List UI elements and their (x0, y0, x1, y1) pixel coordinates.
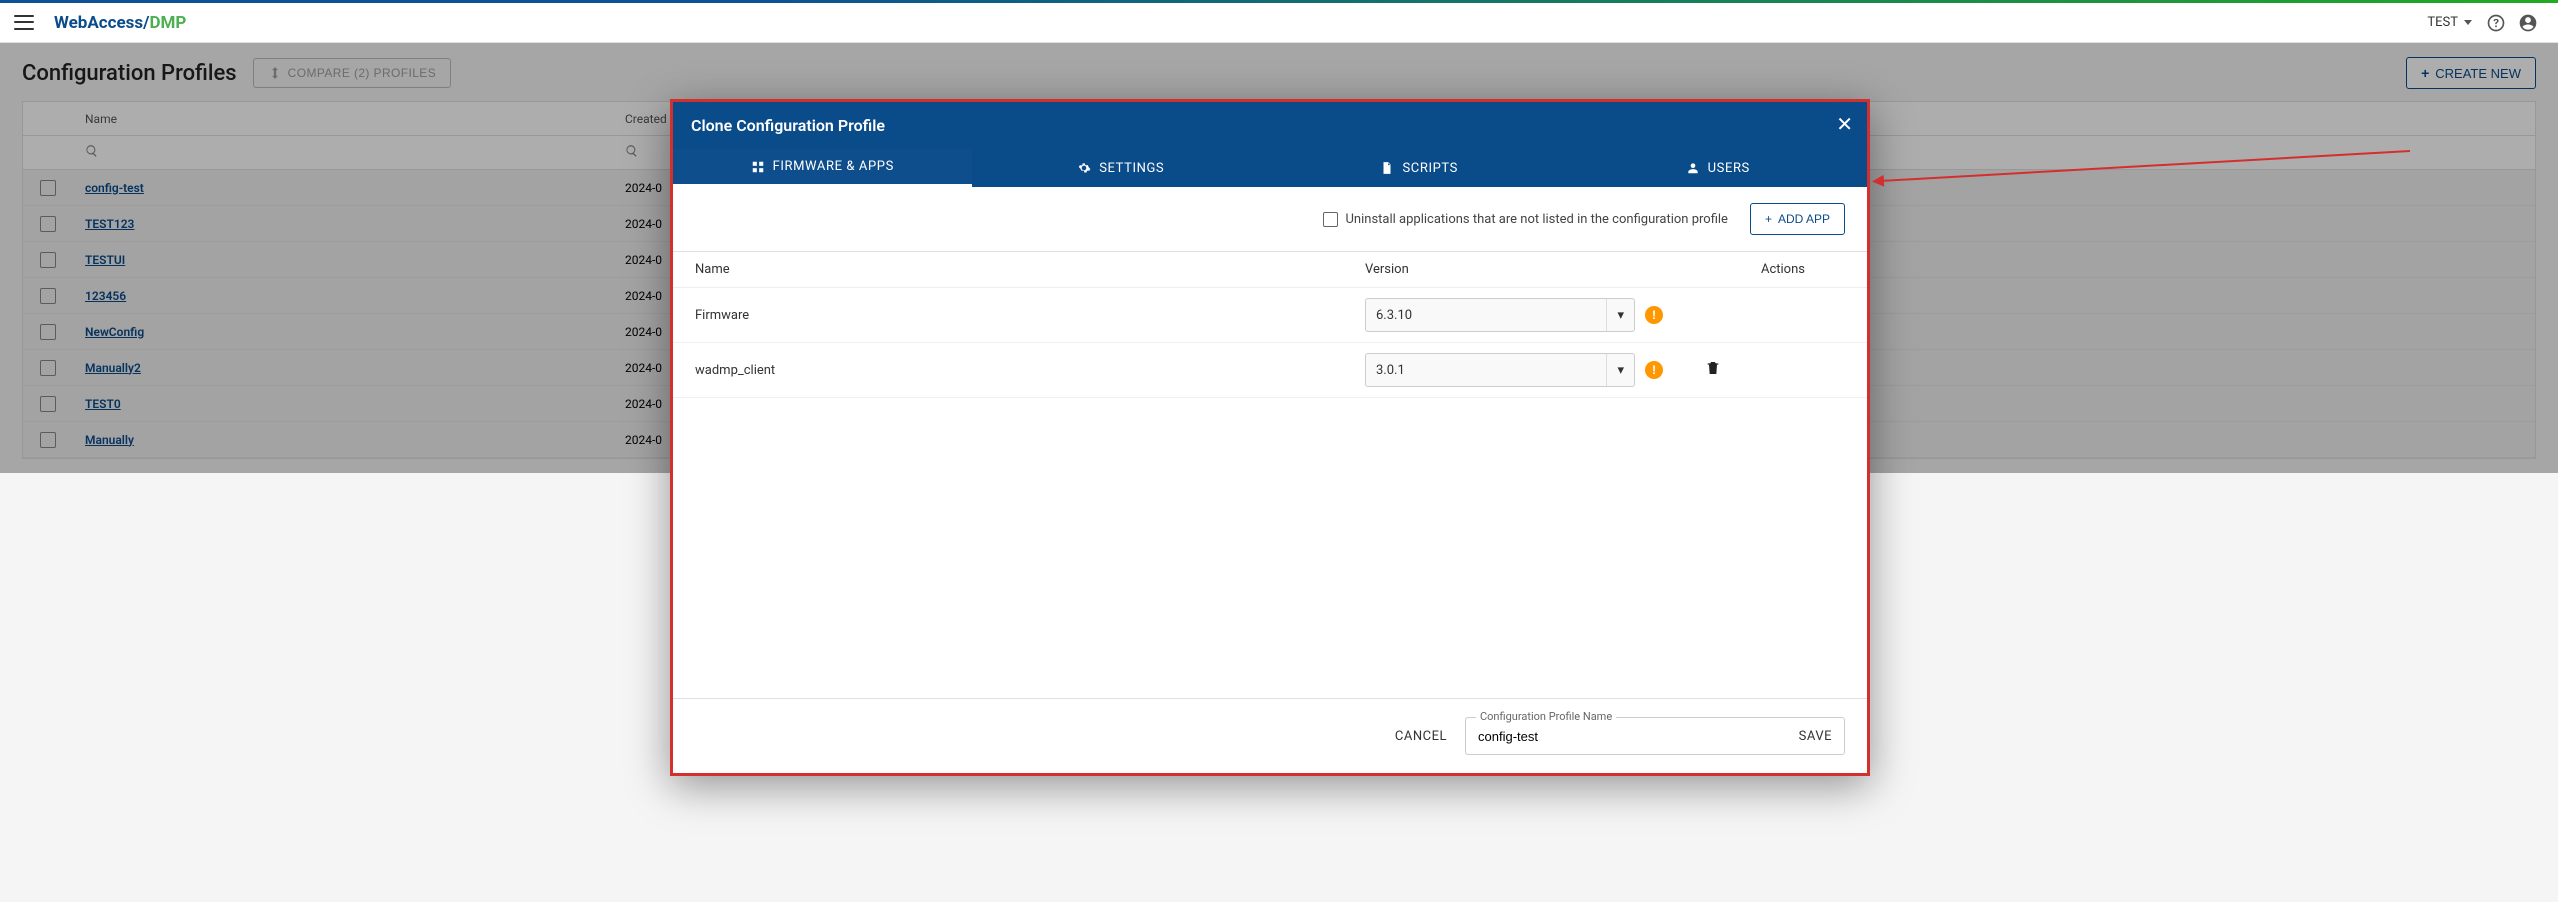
cancel-button[interactable]: CANCEL (1395, 729, 1447, 744)
clone-profile-modal: Clone Configuration Profile ✕ FIRMWARE &… (670, 99, 1870, 776)
user-menu[interactable]: TEST (2419, 11, 2480, 34)
app-row: Firmware 6.3.10 ▾! (673, 288, 1867, 343)
app-name: Firmware (695, 308, 1365, 323)
apps-col-version: Version (1365, 262, 1685, 277)
tab-users[interactable]: USERS (1569, 149, 1868, 187)
tab-users-label: USERS (1708, 161, 1750, 176)
brand-logo: WebAccess/DMP (54, 13, 186, 33)
uninstall-label: Uninstall applications that are not list… (1346, 212, 1728, 227)
field-legend: Configuration Profile Name (1476, 710, 1616, 723)
tab-firmware-apps[interactable]: FIRMWARE & APPS (673, 149, 972, 187)
version-value: 6.3.10 (1376, 308, 1412, 323)
tab-scripts-label: SCRIPTS (1402, 161, 1458, 176)
delete-icon[interactable] (1705, 360, 1721, 380)
user-label: TEST (2427, 15, 2458, 30)
apps-col-actions: Actions (1685, 262, 1845, 277)
app-row: wadmp_client 3.0.1 ▾! (673, 343, 1867, 398)
app-bar: WebAccess/DMP TEST (0, 3, 2558, 43)
profile-name-input[interactable] (1478, 729, 1738, 744)
menu-icon[interactable] (14, 13, 34, 33)
help-icon[interactable] (2480, 7, 2512, 39)
warning-icon[interactable]: ! (1645, 306, 1663, 324)
chevron-down-icon: ▾ (1606, 354, 1624, 386)
tab-scripts[interactable]: SCRIPTS (1270, 149, 1569, 187)
add-app-button[interactable]: + ADD APP (1750, 203, 1845, 235)
save-button[interactable]: SAVE (1799, 729, 1832, 744)
account-icon[interactable] (2512, 7, 2544, 39)
apps-icon (751, 160, 765, 174)
close-icon[interactable]: ✕ (1836, 112, 1853, 136)
gear-icon (1077, 161, 1091, 175)
modal-title: Clone Configuration Profile (691, 116, 885, 135)
uninstall-checkbox[interactable]: Uninstall applications that are not list… (1323, 212, 1728, 227)
apps-col-name: Name (695, 262, 1365, 277)
chevron-down-icon: ▾ (1606, 299, 1624, 331)
tab-firmware-label: FIRMWARE & APPS (773, 159, 894, 174)
version-value: 3.0.1 (1376, 363, 1405, 378)
profile-name-field[interactable]: Configuration Profile Name SAVE (1465, 717, 1845, 755)
version-select[interactable]: 3.0.1 ▾ (1365, 353, 1635, 387)
document-icon (1380, 161, 1394, 175)
brand-text-a: WebAccess/ (54, 13, 149, 33)
plus-icon: + (1765, 212, 1772, 226)
checkbox-icon (1323, 212, 1338, 227)
app-name: wadmp_client (695, 363, 1365, 378)
chevron-down-icon (2464, 20, 2472, 25)
warning-icon[interactable]: ! (1645, 361, 1663, 379)
brand-text-b: DMP (149, 13, 186, 33)
tab-settings[interactable]: SETTINGS (972, 149, 1271, 187)
add-app-label: ADD APP (1778, 212, 1830, 226)
user-icon (1686, 161, 1700, 175)
tab-settings-label: SETTINGS (1099, 161, 1164, 176)
version-select[interactable]: 6.3.10 ▾ (1365, 298, 1635, 332)
